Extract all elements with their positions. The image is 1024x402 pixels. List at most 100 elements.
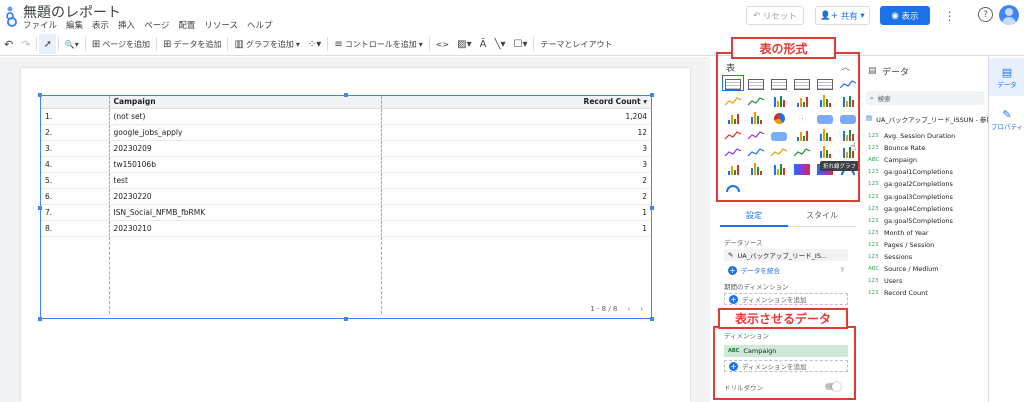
table-row[interactable]: 4. tw150106b 3 [41,156,651,173]
reset-button[interactable]: ↶ リセット [746,6,804,25]
redo-icon[interactable]: ↷ [17,34,34,54]
merge-data-button[interactable]: + データを統合 ? [724,264,848,276]
table-row[interactable]: 3. 20230209 3 [41,140,651,157]
rail-data-tab[interactable]: ▤ データ [989,58,1024,96]
field-name: Users [884,277,903,286]
datasource-name[interactable]: ▤ UA_バックアップ_リード_ISSUN - 参照... [866,114,999,124]
data-field-item[interactable]: 123 Record Count [868,289,928,297]
tab-style[interactable]: スタイル [788,205,856,227]
field-name: Bounce Rate [884,144,926,153]
data-field-item[interactable]: ABC Campaign [868,156,917,164]
prev-page-icon[interactable]: ‹ [627,305,630,313]
add-data-button[interactable]: ⊞ データを追加 [159,34,225,54]
theme-layout-button[interactable]: テーマとレイアウト [536,34,616,54]
field-name: Month of Year [884,228,929,237]
row-index: 4. [41,156,110,173]
add-chart-button[interactable]: ▥ グラフを追加 ▾ [230,34,303,54]
field-type-icon: 123 [868,290,879,297]
record-count-cell: 3 [381,140,651,157]
row-index: 6. [41,188,110,205]
add-icon: + [729,294,738,304]
line-icon[interactable]: ╲▾ [490,34,509,54]
table-row[interactable]: 6. 20230220 2 [41,188,651,205]
data-field-item[interactable]: 123 Sessions [868,253,912,261]
table-row[interactable]: 7. ISN_Social_NFMB_fbRMK 1 [41,204,651,221]
add-page-button[interactable]: ⊞ ページを追加 [88,34,154,54]
share-button[interactable]: 👤+ 共有 ▾ [815,6,870,25]
add-control-button[interactable]: ≡ コントロールを追加 ▾ [330,34,426,54]
menu-insert[interactable]: 挿入 [118,19,135,31]
shape-icon[interactable]: ☐▾ [509,34,531,54]
menu-view[interactable]: 表示 [92,19,109,31]
row-index: 8. [41,220,110,237]
more-vert-icon[interactable]: ⋮ [940,6,959,25]
data-field-item[interactable]: 123 ga:goal1Completions [868,168,953,176]
data-field-item[interactable]: 123 Month of Year [868,229,929,237]
data-field-item[interactable]: ABC Source / Medium [868,265,939,273]
data-field-item[interactable]: 123 ga:goal5Completions [868,217,953,225]
data-field-item[interactable]: 123 Avg. Session Duration [868,132,955,140]
code-embed-icon[interactable]: <> [432,34,453,54]
zoom-icon[interactable]: 🔍▾ [61,34,83,54]
column-header-record-count[interactable]: Record Count ▾ [381,96,651,109]
column-header-campaign[interactable]: Campaign [109,96,382,109]
add-period-dimension-button[interactable]: + ディメンションを追加 [724,293,848,305]
sort-desc-icon: ▾ [643,97,647,107]
table-row[interactable]: 2. google_jobs_apply 12 [41,124,651,141]
data-field-item[interactable]: 123 Users [868,277,902,285]
chevron-down-icon: ▾ [857,10,865,21]
table-chart[interactable]: Campaign Record Count ▾ 1. (not set) 1,204… [38,93,654,321]
next-page-icon[interactable]: › [640,305,643,313]
field-type-icon: 123 [868,169,879,176]
field-name: ga:goal2Completions [884,180,953,189]
help-icon[interactable]: ? [978,7,993,22]
edit-pencil-icon[interactable]: ✎ [728,251,733,259]
menu-page[interactable]: ページ [144,19,169,31]
help-icon[interactable]: ? [841,266,844,274]
view-button[interactable]: ◉ 表示 [880,6,930,25]
toolbar: ↶ ↷ ➚ 🔍▾ ⊞ ページを追加 ⊞ データを追加 ▥ グラフを追加 ▾ ⁘▾ ≡ コン… [0,33,1024,56]
campaign-cell: test [109,172,382,189]
menu-help[interactable]: ヘルプ [247,19,273,31]
display-data-annotation: 表示させるデータ [718,308,848,329]
menu-arrange[interactable]: 配置 [178,19,195,31]
select-pointer-icon[interactable]: ➚ [39,34,56,54]
field-type-icon: ABC [868,266,880,273]
data-field-item[interactable]: 123 Bounce Rate [868,144,925,152]
campaign-cell: 20230220 [109,188,382,205]
table-pagination: 1 - 8 / 8 ‹ › [590,305,643,313]
menu-file[interactable]: ファイル [23,19,57,31]
record-count-cell: 2 [381,172,651,189]
campaign-cell: ISN_Social_NFMB_fbRMK [109,204,382,221]
row-index: 3. [41,140,110,157]
avatar[interactable] [999,5,1019,25]
menu-resource[interactable]: リソース [204,19,238,31]
data-field-item[interactable]: 123 ga:goal4Completions [868,205,953,213]
table-row[interactable]: 1. (not set) 1,204 [41,108,651,125]
data-field-item[interactable]: 123 Pages / Session [868,241,934,249]
data-panel: ▤ データ ⌕ 検索 ▤ UA_バックアップ_リード_ISSUN - 参照... 1… [862,56,999,402]
image-icon[interactable]: ▨▾ [453,34,475,54]
field-name: Avg. Session Duration [884,132,956,140]
datasource-selector[interactable]: ✎ UA_バックアップ_リード_IS... [724,249,848,261]
tab-setup[interactable]: 設定 [720,205,788,227]
table-row[interactable]: 5. test 2 [41,172,651,189]
add-chart-icon: ▥ [234,38,244,50]
add-data-icon: ⊞ [163,38,172,50]
search-input[interactable]: ⌕ 検索 [866,91,984,105]
community-visualization-icon[interactable]: ⁘▾ [304,34,325,54]
undo-icon[interactable]: ↶ [0,34,17,54]
table-row[interactable]: 8. 20230210 1 [41,220,651,237]
data-field-item[interactable]: 123 ga:goal3Completions [868,193,953,201]
field-type-icon: 123 [868,217,879,224]
rail-properties-tab[interactable]: ✎ プロパティ [989,100,1024,138]
text-box-icon[interactable]: Ā [476,34,491,54]
data-table: Campaign Record Count ▾ 1. (not set) 1,204… [41,96,651,314]
field-name: ga:goal4Completions [884,204,953,213]
app-header: 無題のレポート ファイル 編集 表示 挿入 ページ 配置 リソース ヘルプ ↶ … [0,0,1024,33]
record-count-cell: 12 [381,124,651,141]
field-type-icon: 123 [868,205,879,212]
data-field-item[interactable]: 123 ga:goal2Completions [868,180,953,188]
field-name: Campaign [884,156,918,165]
menu-edit[interactable]: 編集 [66,19,83,31]
